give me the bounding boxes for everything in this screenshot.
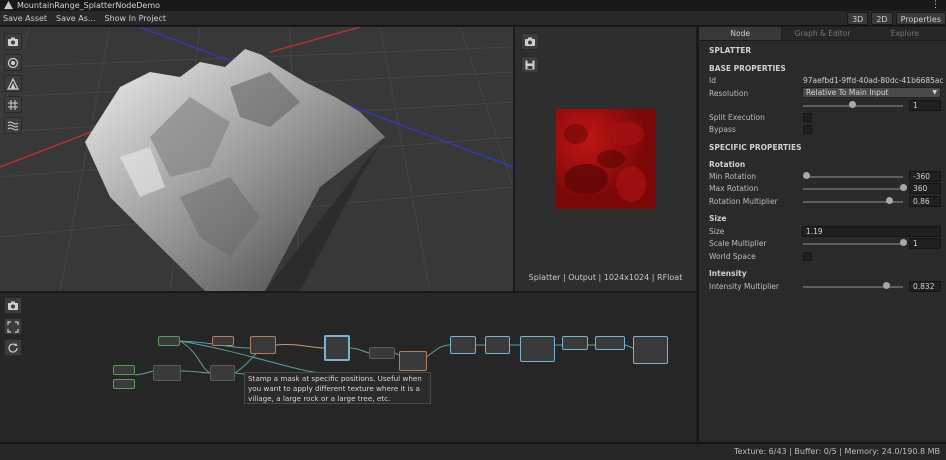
- graph-node[interactable]: [153, 365, 181, 381]
- status-bar: Texture: 6/43 | Buffer: 0/5 | Memory: 24…: [0, 443, 946, 460]
- terrain-3d-viewport[interactable]: [0, 27, 513, 291]
- intensity-heading: Intensity: [709, 269, 747, 278]
- size-heading: Size: [709, 214, 727, 223]
- base-properties-heading: BASE PROPERTIES: [709, 64, 786, 73]
- bypass-checkbox[interactable]: [803, 125, 812, 134]
- resolution-dropdown[interactable]: Relative To Main Input ▼: [802, 87, 941, 98]
- waves-icon[interactable]: [4, 117, 22, 134]
- node-tooltip: Stamp a mask at specific positions. Usef…: [244, 372, 431, 404]
- split-execution-label: Split Execution: [709, 113, 765, 122]
- show-in-project-button[interactable]: Show In Project: [103, 12, 168, 25]
- resolution-dropdown-value: Relative To Main Input: [806, 88, 889, 97]
- size-label: Size: [709, 227, 725, 236]
- rotation-heading: Rotation: [709, 160, 746, 169]
- splatter-node[interactable]: [324, 335, 350, 361]
- rotation-multiplier-field[interactable]: 0.86: [909, 196, 941, 207]
- rotation-multiplier-slider-thumb[interactable]: [886, 197, 893, 204]
- min-rotation-field[interactable]: -360: [909, 171, 941, 182]
- node-connections: [134, 340, 634, 380]
- chevron-down-icon: ▼: [932, 89, 937, 96]
- graph-node[interactable]: [633, 336, 668, 364]
- scale-multiplier-field[interactable]: 1: [909, 238, 941, 249]
- toolbar: Save Asset Save As... Show In Project 3D…: [0, 11, 946, 26]
- save-icon[interactable]: [521, 56, 539, 73]
- max-rotation-slider-thumb[interactable]: [900, 184, 907, 191]
- min-rotation-slider-track[interactable]: [803, 176, 903, 178]
- graph-node[interactable]: [595, 336, 625, 350]
- scale-multiplier-slider-track[interactable]: [803, 243, 903, 245]
- preview-toolbar: [521, 33, 539, 73]
- bypass-label: Bypass: [709, 125, 736, 134]
- terrain-render: [0, 27, 513, 291]
- tab-explore[interactable]: Explore: [863, 27, 946, 40]
- intensity-multiplier-slider-thumb[interactable]: [883, 282, 890, 289]
- grid-icon[interactable]: [4, 96, 22, 113]
- resolution-slider-thumb[interactable]: [849, 101, 856, 108]
- resolution-label: Resolution: [709, 89, 749, 98]
- toggle-properties-button[interactable]: Properties: [895, 12, 946, 25]
- save-as-button[interactable]: Save As...: [54, 12, 97, 25]
- title-bar: MountainRange_SplatterNodeDemo ⋮: [0, 0, 946, 11]
- intensity-multiplier-field[interactable]: 0.832: [909, 281, 941, 292]
- status-text: Texture: 6/43 | Buffer: 0/5 | Memory: 24…: [734, 447, 940, 456]
- graph-node[interactable]: [113, 379, 135, 389]
- scale-multiplier-label: Scale Multiplier: [709, 239, 767, 248]
- graph-node[interactable]: [485, 336, 510, 354]
- target-icon[interactable]: [4, 54, 22, 71]
- max-rotation-slider-track[interactable]: [803, 188, 903, 190]
- graph-node[interactable]: [158, 336, 180, 346]
- graph-node[interactable]: [562, 336, 588, 350]
- toggle-2d-button[interactable]: 2D: [871, 12, 893, 25]
- max-rotation-label: Max Rotation: [709, 184, 759, 193]
- terrain-icon[interactable]: [4, 75, 22, 92]
- max-rotation-field[interactable]: 360: [909, 183, 941, 194]
- id-value: 97aefbd1-9ffd-40ad-80dc-41b6685ac: [803, 76, 943, 85]
- toggle-3d-button[interactable]: 3D: [847, 12, 869, 25]
- graph-node[interactable]: [250, 336, 276, 354]
- rotation-multiplier-label: Rotation Multiplier: [709, 197, 778, 206]
- camera-icon[interactable]: [521, 33, 539, 50]
- inspector-tabs: Node Graph & Editor Explore: [699, 27, 946, 41]
- window-title: MountainRange_SplatterNodeDemo: [17, 1, 161, 10]
- graph-node[interactable]: [520, 336, 555, 362]
- camera-icon[interactable]: [4, 33, 22, 50]
- texture-preview-panel: Splatter | Output | 1024x1024 | RFloat: [515, 27, 696, 291]
- intensity-multiplier-label: Intensity Multiplier: [709, 282, 779, 291]
- properties-inspector: Node Graph & Editor Explore SPLATTER BAS…: [699, 27, 946, 441]
- min-rotation-label: Min Rotation: [709, 172, 757, 181]
- specific-properties-heading: SPECIFIC PROPERTIES: [709, 143, 802, 152]
- kebab-icon[interactable]: ⋮: [931, 0, 940, 11]
- tab-node[interactable]: Node: [699, 27, 782, 40]
- tab-graph-editor[interactable]: Graph & Editor: [781, 27, 864, 40]
- x-axis-line-far: [269, 27, 361, 53]
- node-title: SPLATTER: [709, 46, 752, 55]
- graph-node[interactable]: [113, 365, 135, 375]
- save-asset-button[interactable]: Save Asset: [1, 12, 49, 25]
- size-field[interactable]: 1.19: [802, 226, 941, 237]
- world-space-checkbox[interactable]: [803, 252, 812, 261]
- graph-node[interactable]: [369, 347, 395, 359]
- resolution-number-field[interactable]: 1: [909, 100, 941, 111]
- viewport-toolbar: [4, 33, 22, 134]
- preview-caption: Splatter | Output | 1024x1024 | RFloat: [528, 273, 683, 282]
- graph-node[interactable]: [210, 365, 235, 381]
- splatter-output-texture[interactable]: [556, 109, 656, 209]
- world-space-label: World Space: [709, 252, 756, 261]
- split-execution-checkbox[interactable]: [803, 113, 812, 122]
- graph-node[interactable]: [450, 336, 476, 354]
- min-rotation-slider-thumb[interactable]: [803, 172, 810, 179]
- graph-node[interactable]: [399, 351, 427, 371]
- node-graph-canvas[interactable]: [0, 293, 696, 441]
- graph-node[interactable]: [212, 336, 234, 346]
- scale-multiplier-slider-thumb[interactable]: [900, 239, 907, 246]
- unity-logo-icon: [4, 1, 13, 10]
- id-label: Id: [709, 76, 716, 85]
